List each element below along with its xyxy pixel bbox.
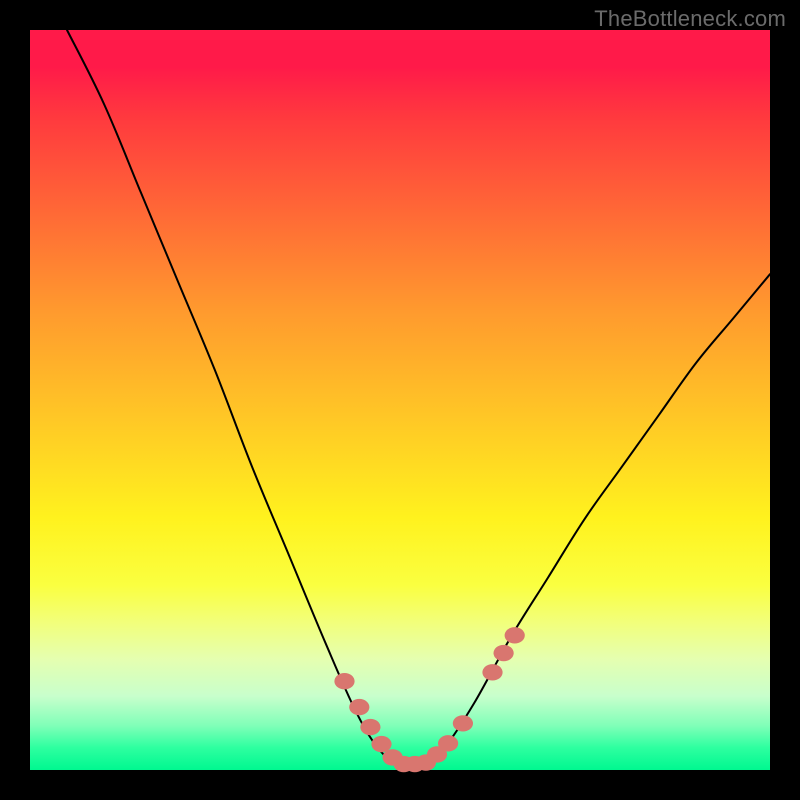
chart-frame: TheBottleneck.com (0, 0, 800, 800)
watermark-text: TheBottleneck.com (594, 6, 786, 32)
curve-marker (482, 664, 502, 680)
plot-area (30, 30, 770, 770)
curve-layer (30, 30, 770, 770)
curve-marker (438, 735, 458, 751)
curve-marker (505, 627, 525, 643)
curve-markers (334, 627, 524, 772)
curve-marker (349, 699, 369, 715)
curve-marker (453, 715, 473, 731)
curve-marker (334, 673, 354, 689)
bottleneck-curve (67, 30, 770, 769)
curve-marker (371, 736, 391, 752)
curve-marker (360, 719, 380, 735)
curve-marker (494, 645, 514, 661)
